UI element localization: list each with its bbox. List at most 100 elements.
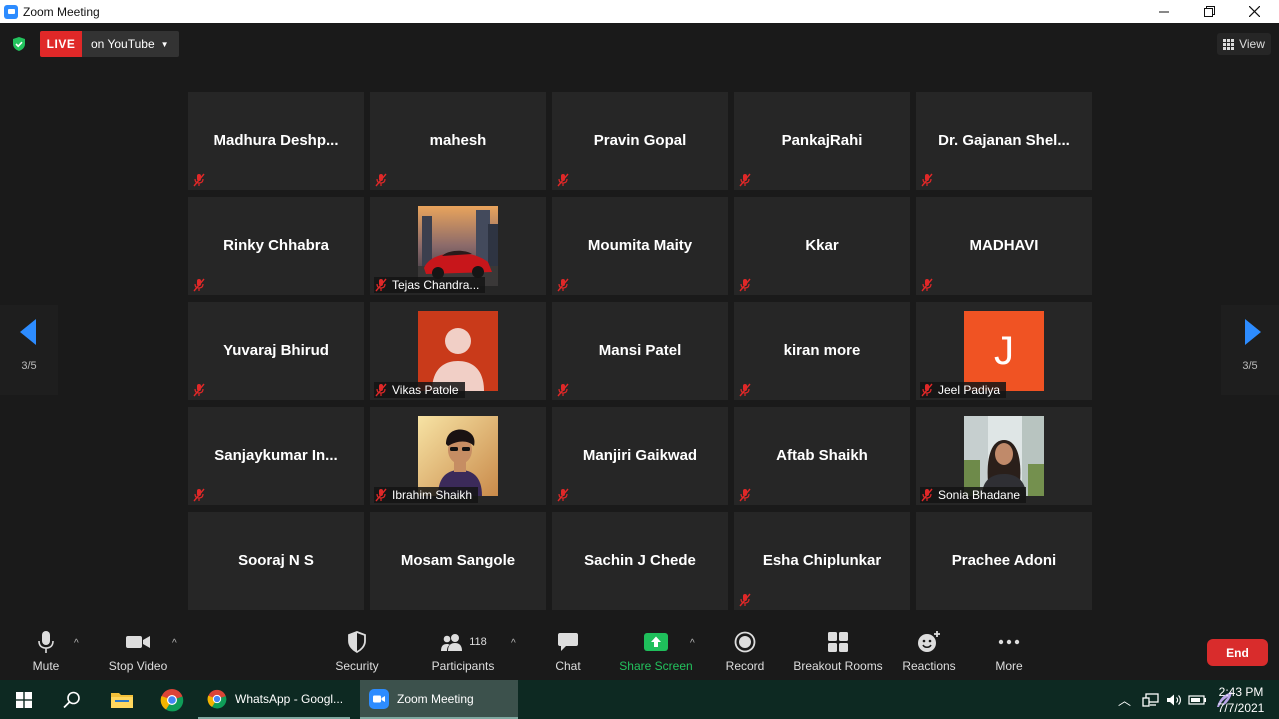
share-options-caret-icon[interactable]: ^ — [690, 638, 695, 649]
taskbar-search-button[interactable] — [48, 680, 96, 719]
battery-icon[interactable] — [1188, 694, 1208, 706]
participant-tile[interactable]: Pravin Gopal — [552, 92, 728, 190]
participant-name: Pravin Gopal — [593, 132, 687, 149]
chrome-icon — [160, 688, 184, 711]
restore-button[interactable] — [1186, 0, 1232, 23]
participant-tile[interactable]: Tejas Chandra... — [370, 197, 546, 295]
participant-name: Rinky Chhabra — [223, 237, 329, 254]
mute-button[interactable]: Mute — [28, 627, 64, 680]
encryption-shield-icon[interactable] — [11, 36, 27, 52]
breakout-rooms-label: Breakout Rooms — [793, 659, 883, 673]
minimize-button[interactable] — [1141, 0, 1187, 23]
end-meeting-button[interactable]: End — [1207, 639, 1268, 666]
next-page-button[interactable]: 3/5 — [1221, 305, 1279, 395]
taskbar-app-zoom[interactable]: Zoom Meeting — [360, 680, 518, 719]
participant-tile[interactable]: Prachee Adoni — [916, 512, 1092, 610]
reactions-button[interactable]: Reactions — [901, 627, 957, 680]
security-button[interactable]: Security — [333, 627, 381, 680]
participant-tile[interactable]: Madhura Deshp... — [188, 92, 364, 190]
participant-name-label: Ibrahim Shaikh — [374, 487, 479, 503]
participant-tile[interactable]: Rinky Chhabra — [188, 197, 364, 295]
taskbar-file-explorer[interactable] — [98, 680, 146, 719]
muted-microphone-icon — [374, 278, 388, 292]
breakout-rooms-button[interactable]: Breakout Rooms — [792, 627, 884, 680]
participant-tile[interactable]: Yuvaraj Bhirud — [188, 302, 364, 400]
zoom-icon — [369, 688, 389, 709]
folder-icon — [111, 692, 133, 708]
stream-target-dropdown[interactable]: on YouTube ▼ — [82, 31, 179, 57]
participants-button[interactable]: 118 Participants — [430, 627, 496, 680]
participant-name: MADHAVI — [969, 237, 1039, 254]
participant-tile[interactable]: Sachin J Chede — [552, 512, 728, 610]
microphone-icon — [37, 630, 55, 654]
participant-tile[interactable]: Esha Chiplunkar — [734, 512, 910, 610]
muted-microphone-icon — [192, 278, 206, 292]
view-button[interactable]: View — [1217, 33, 1271, 55]
participant-tile[interactable]: Vikas Patole — [370, 302, 546, 400]
participant-tile[interactable]: Manjiri Gaikwad — [552, 407, 728, 505]
participant-tile[interactable]: mahesh — [370, 92, 546, 190]
show-hidden-icons-chevron-icon[interactable]: ︿ — [1118, 690, 1131, 709]
participant-name: Sachin J Chede — [584, 552, 696, 569]
muted-microphone-icon — [920, 488, 934, 502]
chat-bubble-icon — [557, 630, 579, 654]
participant-name: Ibrahim Shaikh — [392, 488, 473, 502]
participant-tile[interactable]: Ibrahim Shaikh — [370, 407, 546, 505]
share-screen-icon — [644, 630, 668, 654]
participants-options-caret-icon[interactable]: ^ — [511, 638, 516, 649]
record-button[interactable]: Record — [723, 627, 767, 680]
chat-button[interactable]: Chat — [550, 627, 586, 680]
participant-tile[interactable]: Sooraj N S — [188, 512, 364, 610]
network-icon[interactable] — [1142, 692, 1160, 708]
muted-microphone-icon — [192, 383, 206, 397]
muted-microphone-icon — [556, 173, 570, 187]
participant-tile[interactable]: Aftab Shaikh — [734, 407, 910, 505]
participant-name: Sonia Bhadane — [938, 488, 1021, 502]
volume-icon[interactable] — [1166, 693, 1182, 707]
participant-name: mahesh — [429, 132, 487, 149]
participant-name: Manjiri Gaikwad — [582, 447, 698, 464]
initial-avatar: J — [964, 311, 1044, 391]
security-label: Security — [335, 659, 379, 673]
muted-microphone-icon — [556, 488, 570, 502]
video-camera-icon — [125, 630, 151, 654]
taskbar-chrome[interactable] — [148, 680, 196, 719]
previous-page-button[interactable]: 3/5 — [0, 305, 58, 395]
participant-tile[interactable]: Moumita Maity — [552, 197, 728, 295]
muted-microphone-icon — [374, 173, 388, 187]
participant-tile[interactable]: Dr. Gajanan Shel... — [916, 92, 1092, 190]
muted-microphone-icon — [738, 173, 752, 187]
woman-photo — [964, 416, 1044, 496]
muted-microphone-icon — [738, 593, 752, 607]
live-stream-status[interactable]: LIVE on YouTube ▼ — [40, 31, 179, 57]
participant-name: Prachee Adoni — [951, 552, 1057, 569]
share-screen-label: Share Screen — [619, 659, 693, 673]
reactions-label: Reactions — [902, 659, 956, 673]
start-button[interactable] — [0, 680, 48, 719]
audio-options-caret-icon[interactable]: ^ — [74, 638, 79, 649]
participant-tile[interactable]: J Jeel Padiya — [916, 302, 1092, 400]
participant-name: Kkar — [805, 237, 839, 254]
more-dots-icon — [998, 630, 1020, 654]
participant-tile[interactable]: kiran more — [734, 302, 910, 400]
taskbar-clock[interactable]: 2:43 PM 7/7/2021 — [1210, 684, 1272, 716]
stream-target-label: on YouTube — [91, 37, 155, 51]
participant-tile[interactable]: Sonia Bhadane — [916, 407, 1092, 505]
participant-tile[interactable]: MADHAVI — [916, 197, 1092, 295]
more-button[interactable]: More — [989, 627, 1029, 680]
caret-down-icon: ▼ — [160, 39, 169, 49]
participant-tile[interactable]: Kkar — [734, 197, 910, 295]
close-button[interactable] — [1231, 0, 1277, 23]
clock-time: 2:43 PM — [1218, 685, 1264, 699]
video-options-caret-icon[interactable]: ^ — [172, 638, 177, 649]
participant-name: Madhura Deshp... — [213, 132, 339, 149]
taskbar-app-label: WhatsApp - Googl... — [235, 691, 344, 706]
participant-tile[interactable]: Mosam Sangole — [370, 512, 546, 610]
participant-tile[interactable]: PankajRahi — [734, 92, 910, 190]
taskbar-app-label: Zoom Meeting — [397, 691, 474, 706]
participant-tile[interactable]: Sanjaykumar In... — [188, 407, 364, 505]
taskbar-app-whatsapp[interactable]: WhatsApp - Googl... — [198, 680, 350, 719]
participant-tile[interactable]: Mansi Patel — [552, 302, 728, 400]
stop-video-button[interactable]: Stop Video — [106, 627, 170, 680]
share-screen-button[interactable]: Share Screen — [618, 627, 694, 680]
